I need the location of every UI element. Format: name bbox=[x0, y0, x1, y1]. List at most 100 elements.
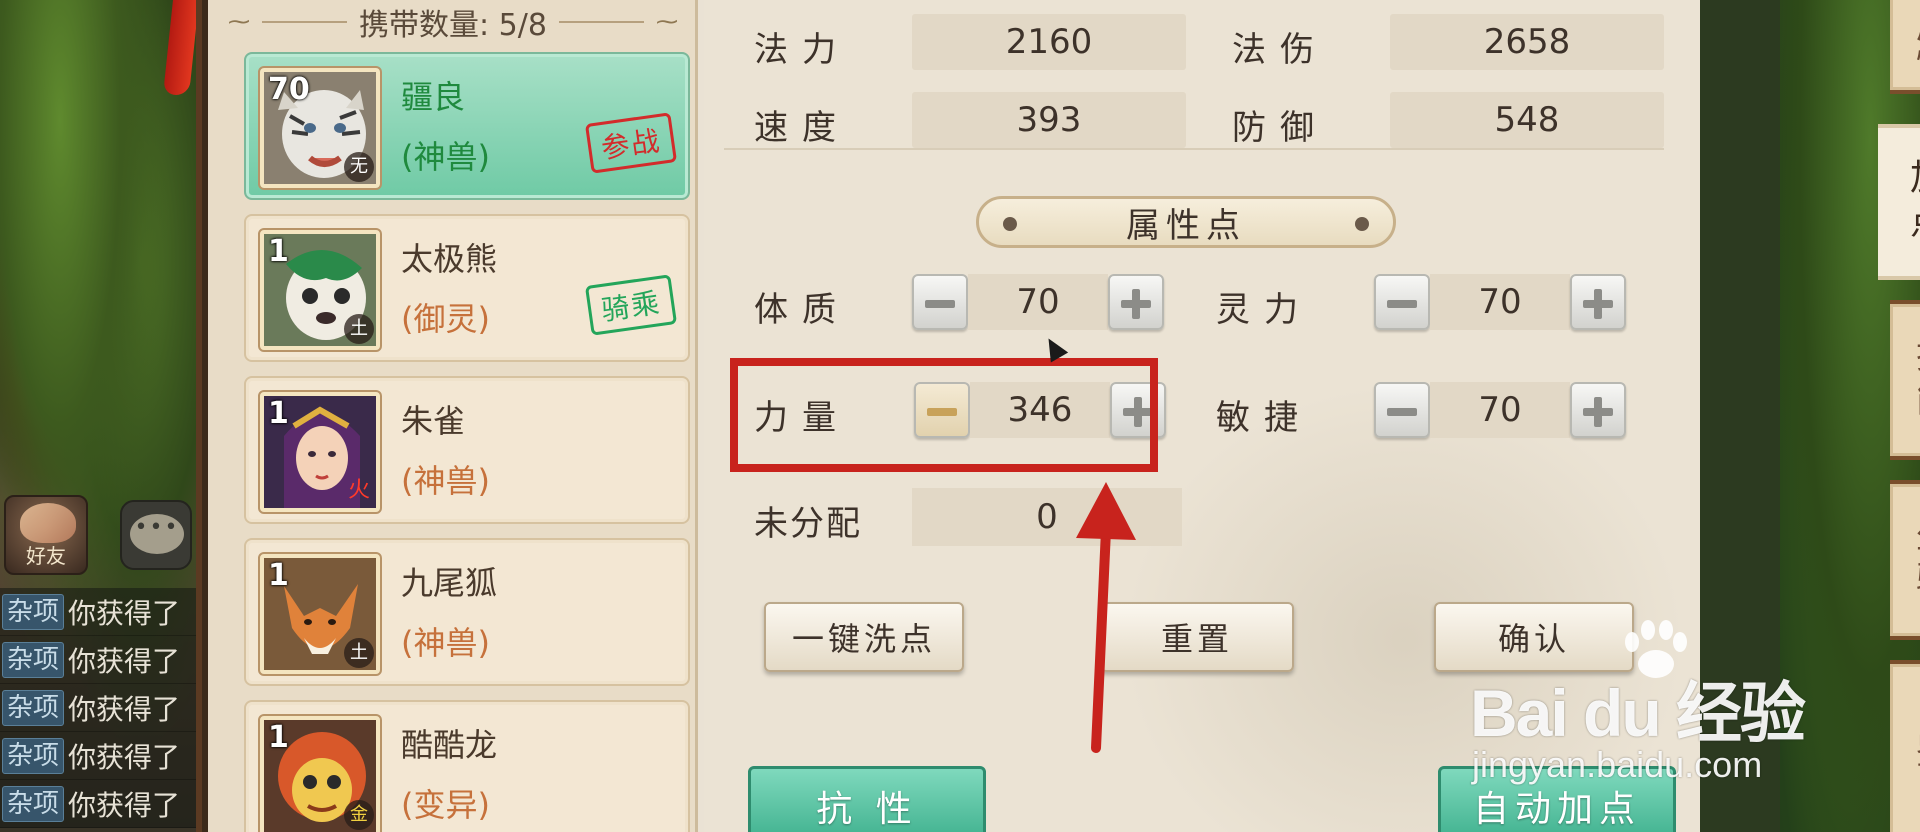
attr-label-spirit: 灵力 bbox=[1216, 290, 1312, 330]
divider bbox=[558, 21, 644, 23]
in-battle-stamp: 参战 bbox=[584, 112, 678, 174]
chat-line: 杂项 你获得了 bbox=[0, 636, 200, 684]
constitution-minus-button[interactable] bbox=[912, 274, 968, 330]
pet-name: 九尾狐 bbox=[401, 564, 498, 602]
pet-type: (神兽) bbox=[401, 624, 490, 662]
chat-log[interactable]: 杂项 你获得了 杂项 你获得了 杂项 你获得了 杂项 你获得了 杂项 你获得了 bbox=[0, 588, 200, 828]
pet-name: 太极熊 bbox=[401, 240, 498, 278]
stat-value-speed: 393 bbox=[912, 92, 1186, 148]
constitution-plus-button[interactable] bbox=[1108, 274, 1164, 330]
pet-type: (御灵) bbox=[401, 300, 490, 338]
chat-line: 杂项 你获得了 bbox=[0, 588, 200, 636]
pet-card-taiji-bear[interactable]: 1 土 太极熊 (御灵) 骑乘 bbox=[244, 214, 690, 362]
pet-element-badge: 土 bbox=[344, 638, 374, 668]
stat-label-defense: 防御 bbox=[1232, 108, 1328, 148]
chat-channel-tag: 杂项 bbox=[2, 593, 65, 630]
attr-label-unallocated: 未分配 bbox=[754, 504, 862, 544]
agility-plus-button[interactable] bbox=[1570, 382, 1626, 438]
tab-mount[interactable]: 坐骑 bbox=[1890, 480, 1920, 640]
watermark-url: jingyan.baidu.com bbox=[1472, 744, 1763, 785]
pet-level: 70 bbox=[268, 72, 310, 107]
attribute-points-title: 属性点 bbox=[1126, 205, 1246, 246]
agility-minus-button[interactable] bbox=[1374, 382, 1430, 438]
spirit-minus-button[interactable] bbox=[1374, 274, 1430, 330]
constitution-value: 70 bbox=[968, 274, 1108, 330]
pet-name: 酷酷龙 bbox=[401, 726, 498, 764]
pet-type: (神兽) bbox=[401, 462, 490, 500]
stat-value-magic-damage: 2658 bbox=[1390, 14, 1664, 70]
pet-name: 疆良 bbox=[401, 78, 466, 116]
spirit-value: 70 bbox=[1430, 274, 1570, 330]
tab-label: 鉴 bbox=[1910, 732, 1920, 768]
handshake-icon bbox=[20, 503, 76, 543]
chat-message: 你获得了 bbox=[68, 596, 181, 630]
chat-line: 杂项 你获得了 bbox=[0, 684, 200, 732]
resistance-button[interactable]: 抗 性 bbox=[748, 766, 986, 832]
tab-attributes[interactable]: 属性 bbox=[1890, 0, 1920, 94]
unallocated-value: 0 bbox=[912, 488, 1182, 546]
pet-level: 1 bbox=[268, 234, 289, 269]
side-tabs: 属性 加点 技能 坐骑 鉴 bbox=[1878, 0, 1920, 832]
pet-card-nine-tail-fox[interactable]: 1 土 九尾狐 (神兽) bbox=[244, 538, 690, 686]
stat-value-mana: 2160 bbox=[912, 14, 1186, 70]
agility-value: 70 bbox=[1430, 382, 1570, 438]
chat-message: 你获得了 bbox=[68, 788, 181, 822]
riding-stamp: 骑乘 bbox=[584, 274, 678, 336]
tab-label: 属性 bbox=[1910, 6, 1920, 78]
pet-card-kuku-dragon[interactable]: 1 金 酷酷龙 (变异) bbox=[244, 700, 690, 832]
chat-message: 你获得了 bbox=[68, 740, 181, 774]
pet-name: 朱雀 bbox=[401, 402, 466, 440]
pet-element-badge: 无 bbox=[344, 152, 374, 182]
pet-list[interactable]: ⁓ 携带数量: 5/8 ⁓ 70 无 疆良 (神兽) 参战 1 土 太极熊 (御… bbox=[208, 0, 698, 832]
pet-element-badge: 火 bbox=[347, 478, 370, 503]
pet-card-jiangliang[interactable]: 70 无 疆良 (神兽) 参战 bbox=[244, 52, 690, 200]
tab-add-points[interactable]: 加点 bbox=[1878, 124, 1920, 280]
tab-skills[interactable]: 技能 bbox=[1890, 300, 1920, 460]
tab-label: 坐骑 bbox=[1910, 516, 1920, 604]
stat-label-mana: 法力 bbox=[754, 30, 850, 70]
spirit-plus-button[interactable] bbox=[1570, 274, 1626, 330]
chat-bubble-icon: ••• bbox=[130, 514, 184, 554]
tab-label: 加点 bbox=[1904, 158, 1920, 246]
carry-count-header: ⁓ 携带数量: 5/8 ⁓ bbox=[228, 0, 678, 44]
baidu-watermark: Bai du 经验 jingyan.baidu.com bbox=[1470, 620, 1830, 800]
pet-type: (变异) bbox=[401, 786, 490, 824]
reset-button[interactable]: 重置 bbox=[1100, 602, 1294, 672]
friend-button[interactable]: 好友 bbox=[4, 495, 88, 575]
divider bbox=[262, 21, 348, 23]
chat-line: 杂项 你获得了 bbox=[0, 732, 200, 780]
attr-label-agility: 敏捷 bbox=[1216, 398, 1312, 438]
pet-card-zhuque[interactable]: 1 火 朱雀 (神兽) bbox=[244, 376, 690, 524]
chat-message: 你获得了 bbox=[68, 644, 181, 678]
swirl-ornament-icon: ⁓ bbox=[656, 9, 678, 35]
chat-channel-tag: 杂项 bbox=[2, 689, 65, 726]
pet-level: 1 bbox=[268, 720, 289, 755]
chat-channel-tag: 杂项 bbox=[2, 737, 65, 774]
watermark-brand: Bai du 经验 bbox=[1470, 676, 1806, 750]
pet-avatar: 1 土 bbox=[258, 552, 382, 676]
banner-dot bbox=[1355, 217, 1369, 231]
strength-highlight-box bbox=[730, 358, 1158, 472]
friend-label: 好友 bbox=[26, 544, 66, 568]
attribute-points-banner: 属性点 bbox=[976, 196, 1396, 248]
pet-element-badge: 金 bbox=[344, 800, 374, 830]
wash-points-button[interactable]: 一键洗点 bbox=[764, 602, 964, 672]
pet-level: 1 bbox=[268, 396, 289, 431]
tab-label: 技能 bbox=[1910, 336, 1920, 424]
chat-line: 杂项 你获得了 bbox=[0, 780, 200, 828]
pet-level: 1 bbox=[268, 558, 289, 593]
carry-count: 携带数量: 5/8 bbox=[359, 8, 547, 43]
chat-button[interactable]: ••• bbox=[120, 500, 192, 570]
stat-value-defense: 548 bbox=[1390, 92, 1664, 148]
tab-more[interactable]: 鉴 bbox=[1890, 660, 1920, 832]
attr-label-constitution: 体质 bbox=[754, 290, 850, 330]
pet-avatar: 1 火 bbox=[258, 390, 382, 514]
swirl-ornament-icon: ⁓ bbox=[228, 9, 250, 35]
pet-avatar: 1 土 bbox=[258, 228, 382, 352]
banner-dot bbox=[1003, 217, 1017, 231]
chat-channel-tag: 杂项 bbox=[2, 641, 65, 678]
pet-avatar: 1 金 bbox=[258, 714, 382, 832]
stat-label-magic-damage: 法伤 bbox=[1232, 30, 1328, 70]
chat-message: 你获得了 bbox=[68, 692, 181, 726]
pet-type: (神兽) bbox=[401, 138, 490, 176]
